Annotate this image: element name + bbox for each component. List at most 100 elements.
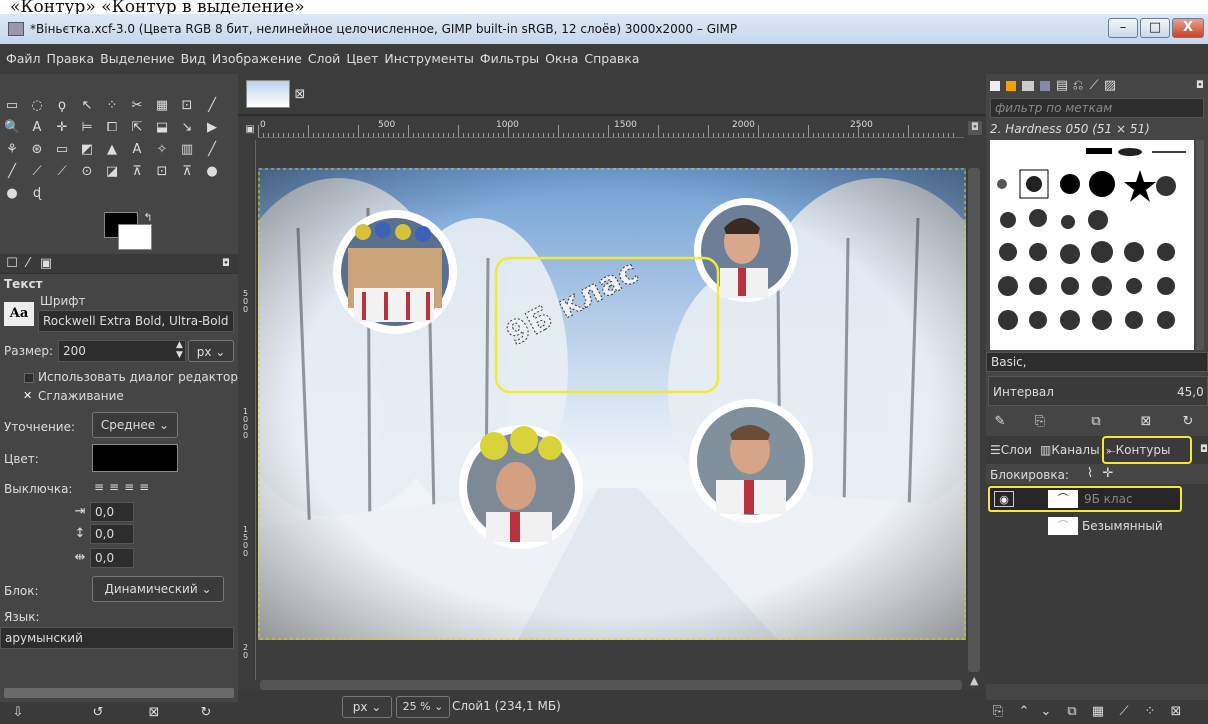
brush-filter-input[interactable]: фильтр по меткам: [990, 98, 1204, 118]
tab-paths[interactable]: ⤜Контуры: [1102, 436, 1192, 464]
zoom-select[interactable]: 25 % ⌄: [396, 696, 450, 718]
tool-icon[interactable]: ⊛: [29, 142, 45, 158]
tool-icon[interactable]: A: [129, 142, 145, 158]
tool-icon[interactable]: ✧: [154, 142, 170, 158]
toolbox-scrollbar[interactable]: [4, 688, 234, 698]
menu-item[interactable]: Инструменты: [384, 51, 473, 66]
zoom-image-button[interactable]: ◘: [968, 121, 982, 135]
path-to-selection-icon[interactable]: ▦: [1090, 704, 1106, 720]
tool-icon[interactable]: ◌: [29, 98, 45, 114]
swap-colors-icon[interactable]: ↰: [140, 210, 156, 226]
text-color-button[interactable]: [92, 444, 178, 472]
duplicate-path-icon[interactable]: ⧉: [1064, 704, 1080, 720]
brush-panel-menu-icon[interactable]: ◘: [1192, 78, 1208, 94]
tool-icon[interactable]: ╱: [204, 98, 220, 114]
tool-icon[interactable]: ▭: [54, 142, 70, 158]
device-status-tab-icon[interactable]: ⁄: [20, 256, 36, 272]
patterns-tab-icon[interactable]: [1006, 81, 1016, 91]
tool-icon[interactable]: ▭: [4, 98, 20, 114]
path-row-1[interactable]: ◉ ⌒ 9Б клас: [988, 486, 1182, 512]
reset-options-icon[interactable]: ↻: [198, 705, 214, 721]
lower-path-icon[interactable]: ⌄: [1038, 704, 1054, 720]
dynamics-tab-icon[interactable]: ⎌: [1070, 78, 1086, 94]
tool-icon[interactable]: ↘: [179, 120, 195, 136]
menu-item[interactable]: Справка: [584, 51, 639, 66]
layers-panel-menu-icon[interactable]: ◘: [1196, 442, 1208, 458]
tool-icon[interactable]: A: [29, 120, 45, 136]
tool-icon[interactable]: ▶: [204, 120, 220, 136]
tool-icon[interactable]: ╱: [4, 164, 20, 180]
menu-item[interactable]: Выделение: [100, 51, 174, 66]
tab-layers[interactable]: ☰Слои: [990, 443, 1032, 457]
brush-scrollbar[interactable]: [1196, 140, 1204, 350]
tool-icon[interactable]: ⁘: [104, 98, 120, 114]
box-select[interactable]: Динамический ⌄: [92, 576, 224, 602]
size-stepper-icon[interactable]: ▲ ▼: [176, 340, 183, 360]
tool-icon[interactable]: ╱: [204, 142, 220, 158]
menu-item[interactable]: Файл: [6, 51, 41, 66]
antialias-checkbox[interactable]: ✕: [23, 390, 35, 402]
tool-icon[interactable]: ⧠: [104, 120, 120, 136]
edit-brush-icon[interactable]: ✎: [992, 414, 1008, 430]
image-tab-thumbnail[interactable]: [246, 80, 290, 108]
language-input[interactable]: арумынский: [0, 627, 234, 649]
lock-position-icon[interactable]: ✛: [1100, 466, 1116, 482]
brush-preset-input[interactable]: Basic,: [986, 352, 1208, 372]
delete-brush-icon[interactable]: ⊠: [1138, 414, 1154, 430]
tool-icon[interactable]: ⊨: [79, 120, 95, 136]
image-canvas[interactable]: 9Б клас: [218, 168, 1008, 640]
tool-icon[interactable]: 🔍: [4, 120, 20, 136]
indent-input[interactable]: 0,0: [90, 502, 134, 522]
brushes-tab-icon[interactable]: [990, 81, 1000, 91]
tool-icon[interactable]: ⟋: [54, 164, 70, 180]
fonts-tab-icon[interactable]: [1022, 81, 1034, 91]
tool-icon[interactable]: ɖ: [29, 186, 45, 202]
menu-item[interactable]: Фильтры: [480, 51, 539, 66]
tool-icon[interactable]: ⚘: [4, 142, 20, 158]
images-tab-icon[interactable]: ▨: [1102, 78, 1118, 94]
tool-icon[interactable]: ↖: [79, 98, 95, 114]
tool-icon[interactable]: ◪: [104, 164, 120, 180]
hinting-select[interactable]: Среднее ⌄: [92, 412, 178, 438]
tool-icon[interactable]: ▥: [179, 142, 195, 158]
tool-icon[interactable]: ⊡: [154, 164, 170, 180]
size-input[interactable]: 200: [58, 340, 186, 362]
duplicate-brush-icon[interactable]: ⧉: [1088, 414, 1104, 430]
close-button[interactable]: X: [1172, 18, 1204, 38]
unit-select[interactable]: px ⌄: [342, 696, 392, 718]
maximize-button[interactable]: □: [1140, 18, 1170, 38]
tool-icon[interactable]: ⟋: [29, 164, 45, 180]
new-path-icon[interactable]: ⎘: [990, 704, 1006, 720]
save-options-icon[interactable]: ⇩: [10, 705, 26, 721]
path-row-2[interactable]: ⌒ Безымянный: [988, 514, 1182, 538]
background-color-swatch[interactable]: [118, 224, 152, 250]
brush-grid[interactable]: [990, 140, 1194, 350]
menu-item[interactable]: Цвет: [346, 51, 378, 66]
minimize-button[interactable]: –: [1108, 18, 1138, 38]
tool-icon[interactable]: ⬓: [154, 120, 170, 136]
tool-icon[interactable]: ▲: [104, 142, 120, 158]
tool-icon[interactable]: ϙ: [54, 98, 70, 114]
menu-item[interactable]: Правка: [47, 51, 95, 66]
tool-presets-tab-icon[interactable]: ⟋: [1086, 78, 1102, 94]
gradients-tab-icon[interactable]: [1040, 81, 1050, 91]
use-editor-checkbox[interactable]: [24, 373, 34, 383]
tool-icon[interactable]: ⊼: [129, 164, 145, 180]
tool-icon[interactable]: ●: [204, 164, 220, 180]
vertical-scrollbar[interactable]: [968, 168, 980, 672]
undo-history-tab-icon[interactable]: ▣: [38, 256, 54, 272]
horizontal-scrollbar[interactable]: [260, 680, 962, 690]
tool-icon[interactable]: ▦: [154, 98, 170, 114]
image-tab-close-icon[interactable]: ⊠: [292, 87, 308, 103]
font-preview-icon[interactable]: Aa: [4, 302, 34, 326]
letter-spacing-input[interactable]: 0,0: [90, 548, 134, 568]
tool-icon[interactable]: ✂: [129, 98, 145, 114]
menu-item[interactable]: Вид: [181, 51, 206, 66]
tool-icon[interactable]: ✛: [54, 120, 70, 136]
tool-options-tab-icon[interactable]: ☐: [4, 256, 20, 272]
tool-icon[interactable]: ⊙: [79, 164, 95, 180]
tool-icon[interactable]: ⇱: [129, 120, 145, 136]
size-unit-select[interactable]: px ⌄: [188, 340, 234, 362]
toggle-quickmask-icon[interactable]: ▣: [242, 122, 258, 138]
menu-item[interactable]: Окна: [545, 51, 578, 66]
